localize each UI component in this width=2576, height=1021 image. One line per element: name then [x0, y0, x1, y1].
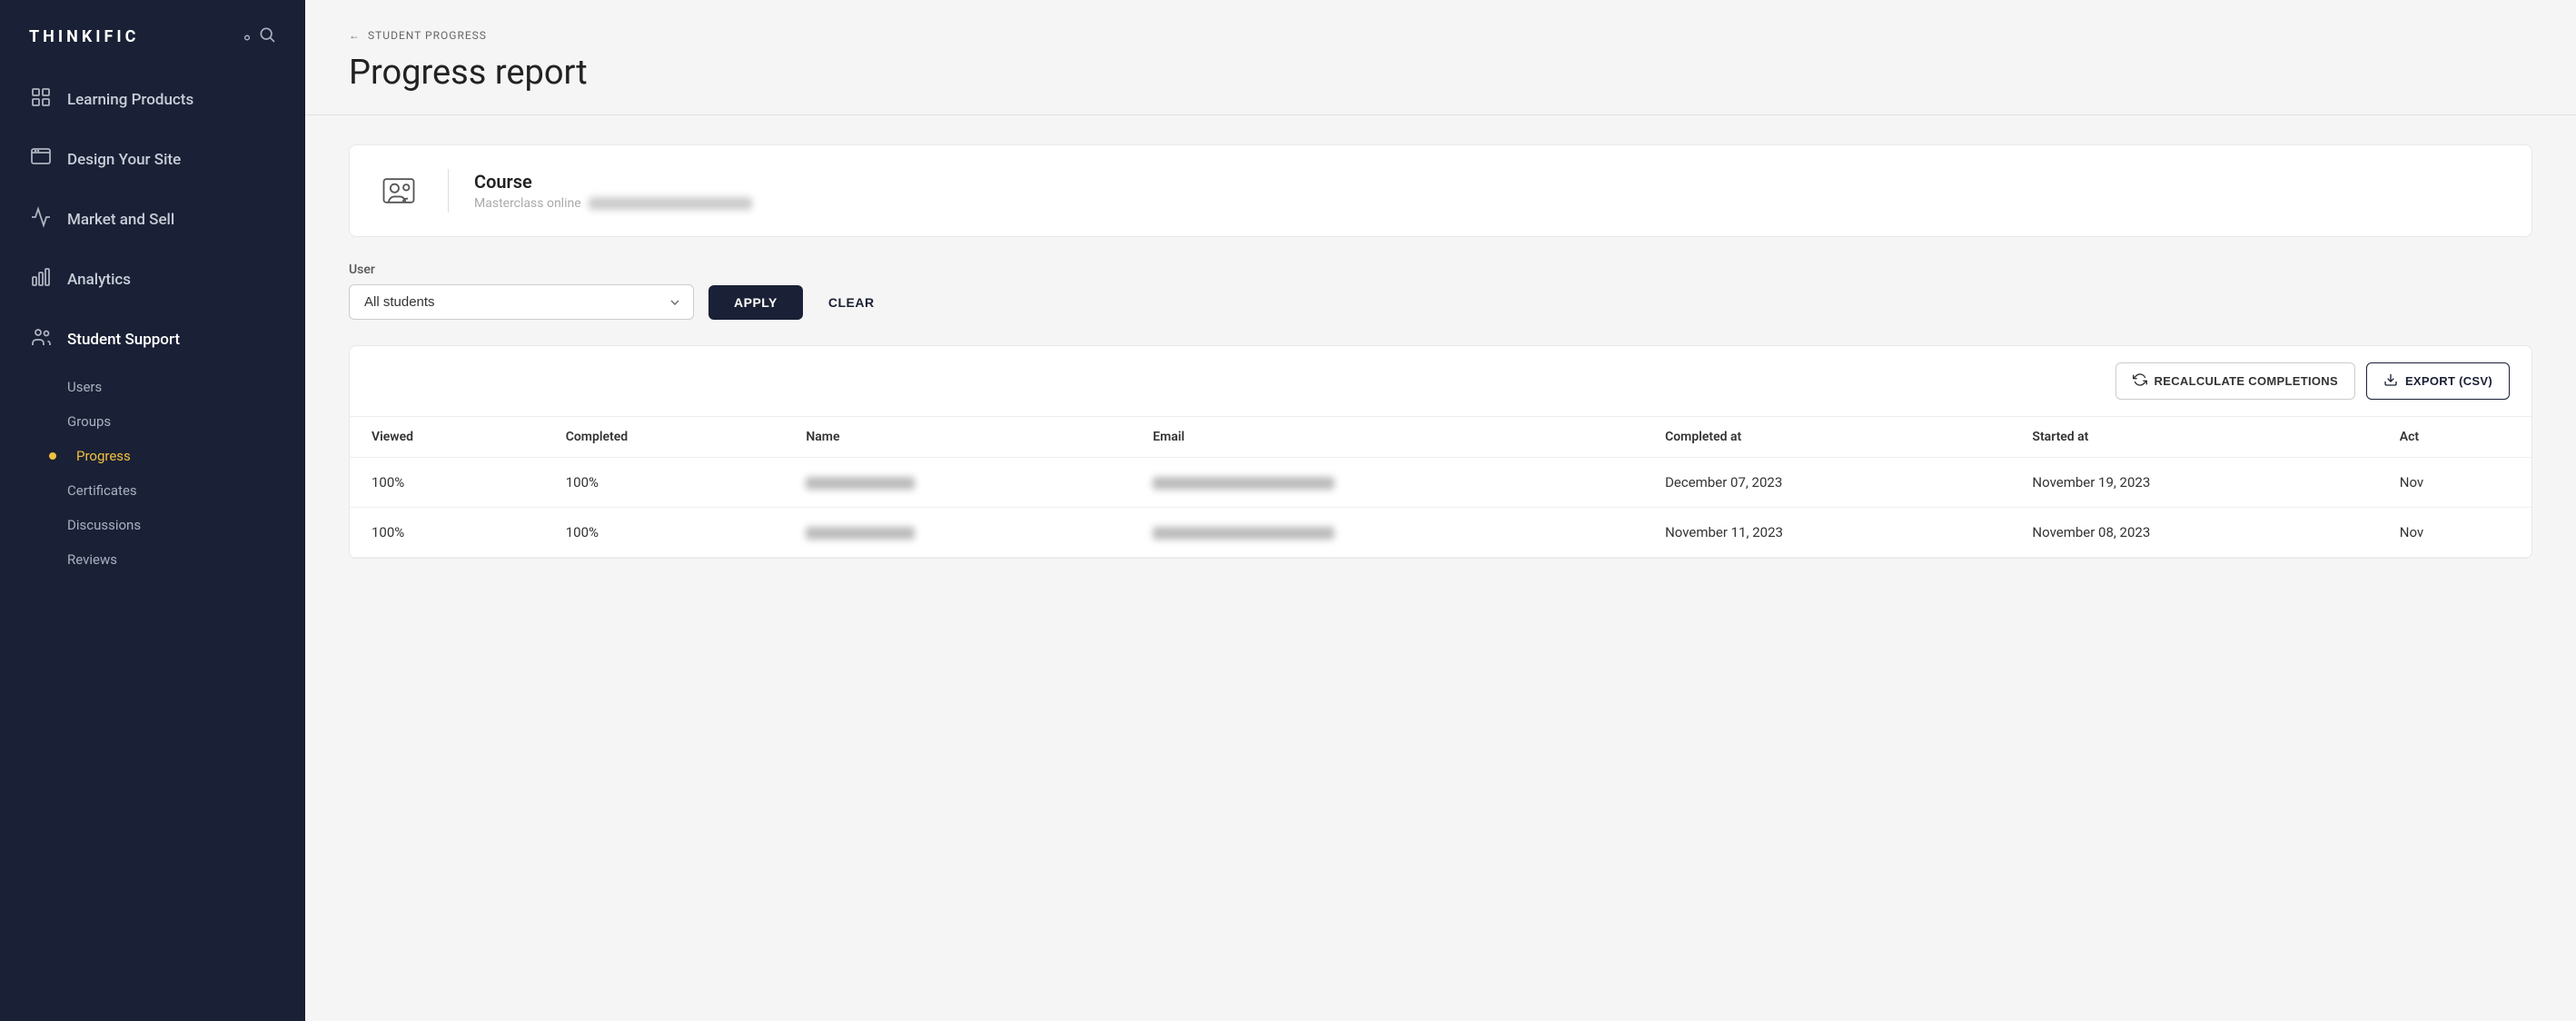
breadcrumb: ← STUDENT PROGRESS — [349, 29, 2532, 42]
main-content: ← STUDENT PROGRESS Progress report Cours… — [305, 0, 2576, 1021]
sidebar-item-label-design-your-site: Design Your Site — [67, 151, 181, 169]
course-subtitle-blurred — [589, 197, 752, 210]
design-site-icon — [29, 146, 53, 173]
recalculate-completions-button[interactable]: RECALCULATE COMPLETIONS — [2115, 362, 2355, 400]
cell-email — [1131, 508, 1643, 558]
sidebar-item-student-support[interactable]: Student Support — [0, 310, 305, 370]
sidebar-item-design-your-site[interactable]: Design Your Site — [0, 130, 305, 190]
name-blurred — [806, 477, 915, 490]
subnav-label-discussions: Discussions — [67, 517, 141, 533]
subnav-label-certificates: Certificates — [67, 482, 137, 499]
sidebar-item-label-student-support: Student Support — [67, 331, 180, 349]
sidebar-item-label-market-and-sell: Market and Sell — [67, 211, 174, 229]
subnav-item-discussions[interactable]: Discussions — [0, 508, 305, 542]
subnav-label-groups: Groups — [67, 413, 111, 430]
course-icon — [375, 167, 422, 214]
course-divider — [448, 169, 449, 213]
market-sell-icon — [29, 206, 53, 233]
cell-completed-at: November 11, 2023 — [1643, 508, 2010, 558]
content-area: Course Masterclass online User All stude… — [305, 115, 2576, 1021]
course-type-label: Course — [474, 171, 752, 193]
recalc-icon — [2133, 372, 2147, 390]
student-support-icon — [29, 326, 53, 353]
cell-email — [1131, 458, 1643, 508]
table-header-row: Viewed Completed Name Email Completed at… — [350, 417, 2531, 458]
col-viewed: Viewed — [350, 417, 544, 458]
subnav-item-users[interactable]: Users — [0, 370, 305, 404]
active-dot — [49, 452, 56, 460]
table-row: 100% 100% November 11, 2023 November 08,… — [350, 508, 2531, 558]
subnav-item-reviews[interactable]: Reviews — [0, 542, 305, 577]
back-arrow-icon[interactable]: ← — [349, 29, 361, 42]
sidebar-item-label-learning-products: Learning Products — [67, 91, 193, 109]
col-name: Name — [784, 417, 1131, 458]
breadcrumb-text: STUDENT PROGRESS — [368, 29, 487, 42]
sidebar-item-market-and-sell[interactable]: Market and Sell — [0, 190, 305, 250]
analytics-icon — [29, 266, 53, 293]
cell-name — [784, 458, 1131, 508]
export-csv-button[interactable]: EXPORT (CSV) — [2366, 362, 2510, 400]
page-title: Progress report — [349, 53, 2532, 114]
user-filter-label: User — [349, 263, 694, 277]
clear-button[interactable]: CLEAR — [817, 285, 886, 320]
cell-completed: 100% — [544, 458, 785, 508]
cell-started-at: November 19, 2023 — [2010, 458, 2377, 508]
subnav-item-progress[interactable]: Progress — [0, 439, 305, 473]
user-filter-select[interactable]: All students — [349, 284, 694, 320]
table-section: RECALCULATE COMPLETIONS EXPORT (CSV) Vie… — [349, 345, 2532, 559]
subnav-label-reviews: Reviews — [67, 551, 117, 568]
email-blurred — [1153, 477, 1334, 490]
sidebar-item-learning-products[interactable]: Learning Products — [0, 70, 305, 130]
progress-table: Viewed Completed Name Email Completed at… — [350, 417, 2531, 558]
course-info: Course Masterclass online — [474, 171, 752, 211]
user-filter-group: User All students — [349, 263, 694, 320]
col-email: Email — [1131, 417, 1643, 458]
col-completed: Completed — [544, 417, 785, 458]
email-blurred — [1153, 527, 1334, 540]
cell-name — [784, 508, 1131, 558]
search-icon[interactable]: ⚬ — [240, 25, 276, 48]
table-row: 100% 100% December 07, 2023 November 19,… — [350, 458, 2531, 508]
student-support-subnav: Users Groups Progress Certificates Discu… — [0, 370, 305, 584]
sidebar-item-analytics[interactable]: Analytics — [0, 250, 305, 310]
subnav-item-groups[interactable]: Groups — [0, 404, 305, 439]
cell-viewed: 100% — [350, 458, 544, 508]
sidebar-logo-area: THINKIFIC ⚬ — [0, 0, 305, 70]
col-act: Act — [2378, 417, 2531, 458]
course-card: Course Masterclass online — [349, 144, 2532, 237]
cell-act: Nov — [2378, 458, 2531, 508]
cell-viewed: 100% — [350, 508, 544, 558]
sidebar-item-label-analytics: Analytics — [67, 271, 131, 289]
logo-text: THINKIFIC — [29, 27, 139, 46]
export-label: EXPORT (CSV) — [2405, 374, 2492, 388]
cell-completed: 100% — [544, 508, 785, 558]
col-started-at: Started at — [2010, 417, 2377, 458]
name-blurred — [806, 527, 915, 540]
course-subtitle: Masterclass online — [474, 196, 752, 211]
page-header: ← STUDENT PROGRESS Progress report — [305, 0, 2576, 115]
learning-products-icon — [29, 86, 53, 114]
cell-completed-at: December 07, 2023 — [1643, 458, 2010, 508]
sidebar: THINKIFIC ⚬ Learning Products Design You… — [0, 0, 305, 1021]
export-icon — [2383, 372, 2398, 390]
cell-started-at: November 08, 2023 — [2010, 508, 2377, 558]
col-completed-at: Completed at — [1643, 417, 2010, 458]
cell-act: Nov — [2378, 508, 2531, 558]
filter-row: User All students APPLY CLEAR — [349, 263, 2532, 320]
recalc-label: RECALCULATE COMPLETIONS — [2155, 374, 2338, 388]
table-toolbar: RECALCULATE COMPLETIONS EXPORT (CSV) — [350, 346, 2531, 417]
subnav-label-users: Users — [67, 379, 102, 395]
subnav-label-progress: Progress — [76, 448, 131, 464]
subnav-item-certificates[interactable]: Certificates — [0, 473, 305, 508]
apply-button[interactable]: APPLY — [708, 285, 803, 320]
